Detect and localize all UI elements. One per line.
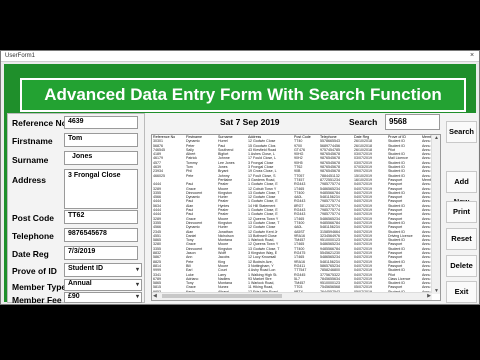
add-new-button[interactable]: Add New — [446, 171, 477, 206]
exit-button[interactable]: Exit — [446, 281, 477, 303]
entry-panel: Reference No 4639 Firstname Tom Surname … — [7, 113, 145, 305]
post-code-label: Post Code — [12, 213, 55, 223]
address-field[interactable]: 3 Frongal Close — [64, 169, 138, 209]
date-reg-label: Date Reg — [12, 249, 49, 259]
prove-of-id-dropdown[interactable]: Student ID ▾ — [64, 263, 142, 277]
form-title: Advanced Data Entry Form With Search Fun… — [44, 85, 442, 104]
telephone-field[interactable]: 9876545678 — [64, 228, 138, 242]
search-panel: Sat 7 Sep 2019 Search 9568 Reference No F… — [145, 113, 445, 303]
member-type-value: Annual — [68, 280, 92, 287]
scroll-left-icon[interactable]: ◀ — [153, 293, 157, 299]
close-icon[interactable]: × — [465, 51, 479, 61]
table-body: 30301 Dynamic Hurrel 12 Godwin Close TT40 557… — [152, 139, 433, 298]
horizontal-scrollbar[interactable]: ◀ ▶ — [152, 292, 432, 300]
search-input[interactable]: 9568 — [385, 114, 440, 130]
member-fee-label: Member Fee — [12, 295, 62, 305]
member-type-dropdown[interactable]: Annual ▾ — [64, 279, 142, 291]
current-date: Sat 7 Sep 2019 — [220, 117, 280, 127]
form-title-banner: Advanced Data Entry Form With Search Fun… — [20, 78, 466, 112]
print-button[interactable]: Print — [446, 201, 477, 223]
search-button[interactable]: Search — [446, 121, 477, 143]
reference-no-label: Reference No — [12, 118, 67, 128]
post-code-field[interactable]: TT62 — [64, 210, 138, 224]
firstname-label: Firstname — [12, 136, 53, 146]
scroll-right-icon[interactable]: ▶ — [427, 293, 431, 299]
surname-label: Surname — [12, 155, 49, 165]
date-reg-field[interactable]: 7/3/2019 — [64, 246, 138, 260]
firstname-field[interactable]: Tom — [64, 133, 138, 147]
scroll-down-icon[interactable]: ▼ — [434, 288, 439, 294]
member-fee-dropdown[interactable]: £90 ▾ — [64, 292, 142, 303]
prove-of-id-value: Student ID — [68, 265, 103, 272]
window-title: UserForm1 — [5, 53, 36, 59]
reset-button[interactable]: Reset — [446, 228, 477, 250]
records-table: Reference No Firstname Surname Address Post … — [152, 135, 433, 298]
delete-button[interactable]: Delete — [446, 255, 477, 277]
member-type-label: Member Type — [12, 282, 67, 292]
search-label: Search — [349, 117, 378, 127]
title-bar: UserForm1 × — [1, 51, 479, 62]
horizontal-scroll-thumb[interactable] — [162, 294, 282, 298]
chevron-down-icon[interactable]: ▾ — [136, 266, 139, 273]
chevron-down-icon[interactable]: ▾ — [136, 293, 139, 300]
member-fee-value: £90 — [68, 293, 80, 300]
reference-no-field[interactable]: 4639 — [64, 116, 138, 129]
vertical-scrollbar[interactable]: ▲ ▼ — [431, 135, 440, 294]
telephone-label: Telephone — [12, 231, 54, 241]
action-buttons: Search Add New Print Reset Delete Exit — [445, 113, 478, 303]
form-frame: Advanced Data Entry Form With Search Fun… — [4, 64, 478, 305]
scroll-up-icon[interactable]: ▲ — [434, 135, 439, 141]
address-label: Address — [12, 175, 47, 185]
chevron-down-icon[interactable]: ▾ — [136, 281, 139, 288]
surname-field[interactable]: Jones — [64, 151, 138, 165]
prove-of-id-label: Prove of ID — [12, 266, 57, 276]
records-listbox[interactable]: Reference No Firstname Surname Address Post … — [151, 134, 441, 301]
app-window: UserForm1 × Advanced Data Entry Form Wit… — [0, 50, 480, 305]
